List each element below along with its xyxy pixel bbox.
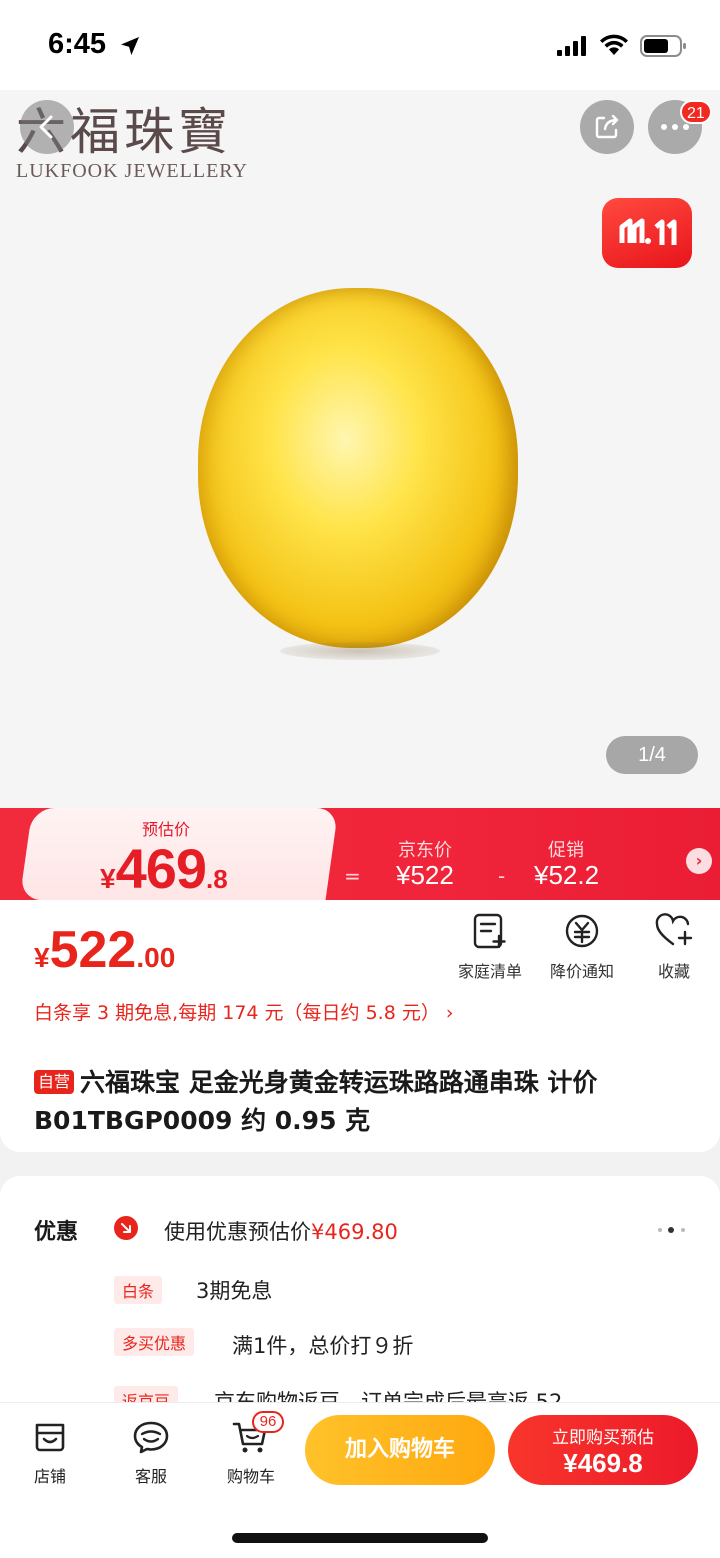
location-arrow-icon (121, 37, 139, 55)
more-dots-icon (661, 124, 689, 130)
share-icon (595, 114, 619, 139)
promo-tag-multi-buy: 多买优惠 (114, 1328, 195, 1356)
customer-service-button[interactable]: 客服 (111, 1419, 191, 1487)
cart-count-badge: 96 (252, 1411, 284, 1433)
minus-sign: - (498, 864, 506, 888)
logo-english: LUKFOOK JEWELLERY (16, 160, 248, 182)
share-button[interactable] (580, 100, 634, 154)
jd-price-label: 京东价 (398, 840, 452, 861)
bottom-action-bar: 店铺 客服 购物车 96 加入购物车 立即购买预估 ¥469.8 (0, 1402, 720, 1558)
estimated-price: ¥469.8 (100, 837, 228, 900)
price-drop-icon (565, 914, 599, 948)
jd-price: ¥522 (396, 860, 454, 890)
promo-text-multi-buy: 满1件，总价打９折 (232, 1334, 414, 1358)
back-button[interactable] (20, 100, 74, 154)
more-dots-icon[interactable] (656, 1226, 688, 1234)
battery-icon (640, 35, 686, 57)
promo-summary: 使用优惠预估价¥469.80 (164, 1220, 398, 1244)
favorite-button[interactable]: 收藏 (634, 912, 714, 982)
list-add-icon (473, 913, 506, 949)
heart-add-icon (655, 913, 693, 946)
gold-bead-product-image (198, 288, 518, 648)
status-time: 6:45 (48, 28, 107, 60)
equals-sign: = (344, 864, 361, 888)
add-to-cart-button[interactable]: 加入购物车 (305, 1415, 495, 1485)
product-shadow (280, 642, 440, 660)
price-drop-alert-button[interactable]: 降价通知 (542, 912, 622, 982)
product-image-gallery[interactable]: 六福珠寶 LUKFOOK JEWELLERY 21 1/4 (0, 90, 720, 808)
chevron-left-icon (39, 115, 53, 139)
promo-tag-baitiao: 白条 (114, 1276, 163, 1304)
chat-bubble-icon (133, 1421, 169, 1454)
buy-now-price: ¥469.8 (563, 1448, 643, 1478)
status-bar: 6:45 (0, 0, 720, 90)
double-eleven-badge-icon (602, 198, 692, 268)
image-page-indicator: 1/4 (606, 736, 698, 774)
promo-amount: ¥52.2 (534, 860, 600, 890)
main-price: ¥522.00 (34, 921, 176, 979)
product-title: 自营 六福珠宝 足金光身黄金转运珠路路通串珠 计价 B01TBGP0009 约 0… (34, 1064, 694, 1140)
family-list-button[interactable]: 家庭清单 (450, 912, 530, 982)
shop-button[interactable]: 店铺 (10, 1419, 90, 1487)
buy-now-label: 立即购买预估 (552, 1428, 654, 1448)
home-indicator[interactable] (232, 1533, 488, 1543)
shop-icon (35, 1423, 65, 1452)
discount-arrow-icon (114, 1216, 138, 1240)
wifi-icon (600, 34, 628, 55)
promo-label: 促销 (548, 840, 584, 861)
cellular-signal-icon (557, 36, 586, 56)
product-info-card: ¥522.00 家庭清单 降价通知 收藏 白条享 3 期免息,每期 174 元（… (0, 900, 720, 1152)
chevron-right-icon[interactable]: › (686, 848, 712, 874)
promotions-card[interactable]: 优惠 使用优惠预估价¥469.80 白条 3期免息 多买优惠 满1件，总价打９折… (0, 1176, 720, 1416)
promo-text-baitiao: 3期免息 (196, 1279, 273, 1303)
buy-now-button[interactable]: 立即购买预估 ¥469.8 (508, 1415, 698, 1485)
self-operated-tag: 自营 (34, 1070, 75, 1094)
baitiao-installment-link[interactable]: 白条享 3 期免息,每期 174 元（每日约 5.8 元） › (34, 998, 454, 1025)
product-title-text: 六福珠宝 足金光身黄金转运珠路路通串珠 计价 B01TBGP0009 约 0.9… (34, 1068, 598, 1135)
price-banner[interactable]: 预估价 ¥469.8 = 京东价 ¥522 - 促销 ¥52.2 › (0, 808, 720, 900)
promotions-title: 优惠 (34, 1220, 79, 1245)
message-count-badge: 21 (680, 100, 712, 124)
